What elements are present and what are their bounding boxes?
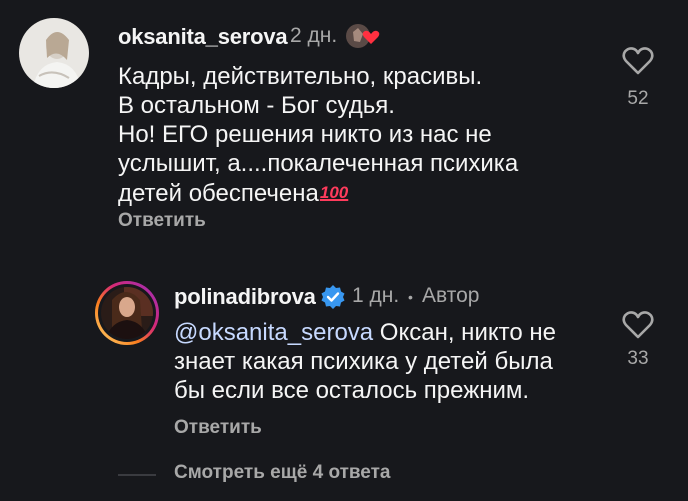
comment-line: услышит, а....покалеченная психика — [118, 150, 519, 177]
like-heart-icon[interactable] — [622, 310, 654, 345]
avatar-oksanita-serova[interactable] — [19, 18, 89, 88]
comment-line: Кадры, действительно, красивы. — [118, 63, 483, 90]
verified-badge-icon — [320, 284, 346, 310]
comment-line: В остальном - Бог судья. — [118, 92, 395, 119]
author-label: Автор — [422, 284, 480, 307]
reply-line: бы если все осталось прежним. — [174, 377, 530, 404]
meta-separator: • — [408, 289, 413, 305]
comment-line-last: детей обеспечена100 — [118, 178, 518, 208]
creator-liked-icon — [345, 22, 383, 50]
mention-link[interactable]: @oksanita_serova — [174, 319, 373, 346]
avatar-polinadibrova[interactable] — [94, 280, 160, 346]
reply-username[interactable]: polinadibrova — [174, 284, 316, 310]
reply-time: 1 дн. — [352, 284, 400, 307]
reply-line: знает какая психика у детей была — [174, 348, 553, 375]
like-heart-icon[interactable] — [622, 46, 654, 81]
view-more-replies-button[interactable]: Смотреть ещё 4 ответа — [174, 462, 391, 484]
reply-button[interactable]: Ответить — [174, 417, 262, 439]
reply-text: @oksanita_serova Оксан, никто не знает к… — [174, 318, 556, 405]
comment-line: Но! ЕГО решения никто из нас не — [118, 121, 492, 148]
comment-username[interactable]: oksanita_serova — [118, 24, 288, 50]
reply-button[interactable]: Ответить — [118, 210, 206, 232]
comment-text: Кадры, действительно, красивы. В остальн… — [118, 62, 518, 208]
comment-line: детей обеспечена — [118, 180, 319, 207]
like-count: 52 — [627, 88, 649, 109]
hundred-points-icon: 100 — [319, 183, 349, 202]
comment-time: 2 дн. — [290, 24, 338, 47]
reply-line: Оксан, никто не — [373, 319, 556, 346]
comments-screen: oksanita_serova 2 дн. Кадры, действитель… — [0, 0, 688, 501]
view-more-divider — [118, 474, 156, 476]
like-count: 33 — [627, 348, 649, 369]
